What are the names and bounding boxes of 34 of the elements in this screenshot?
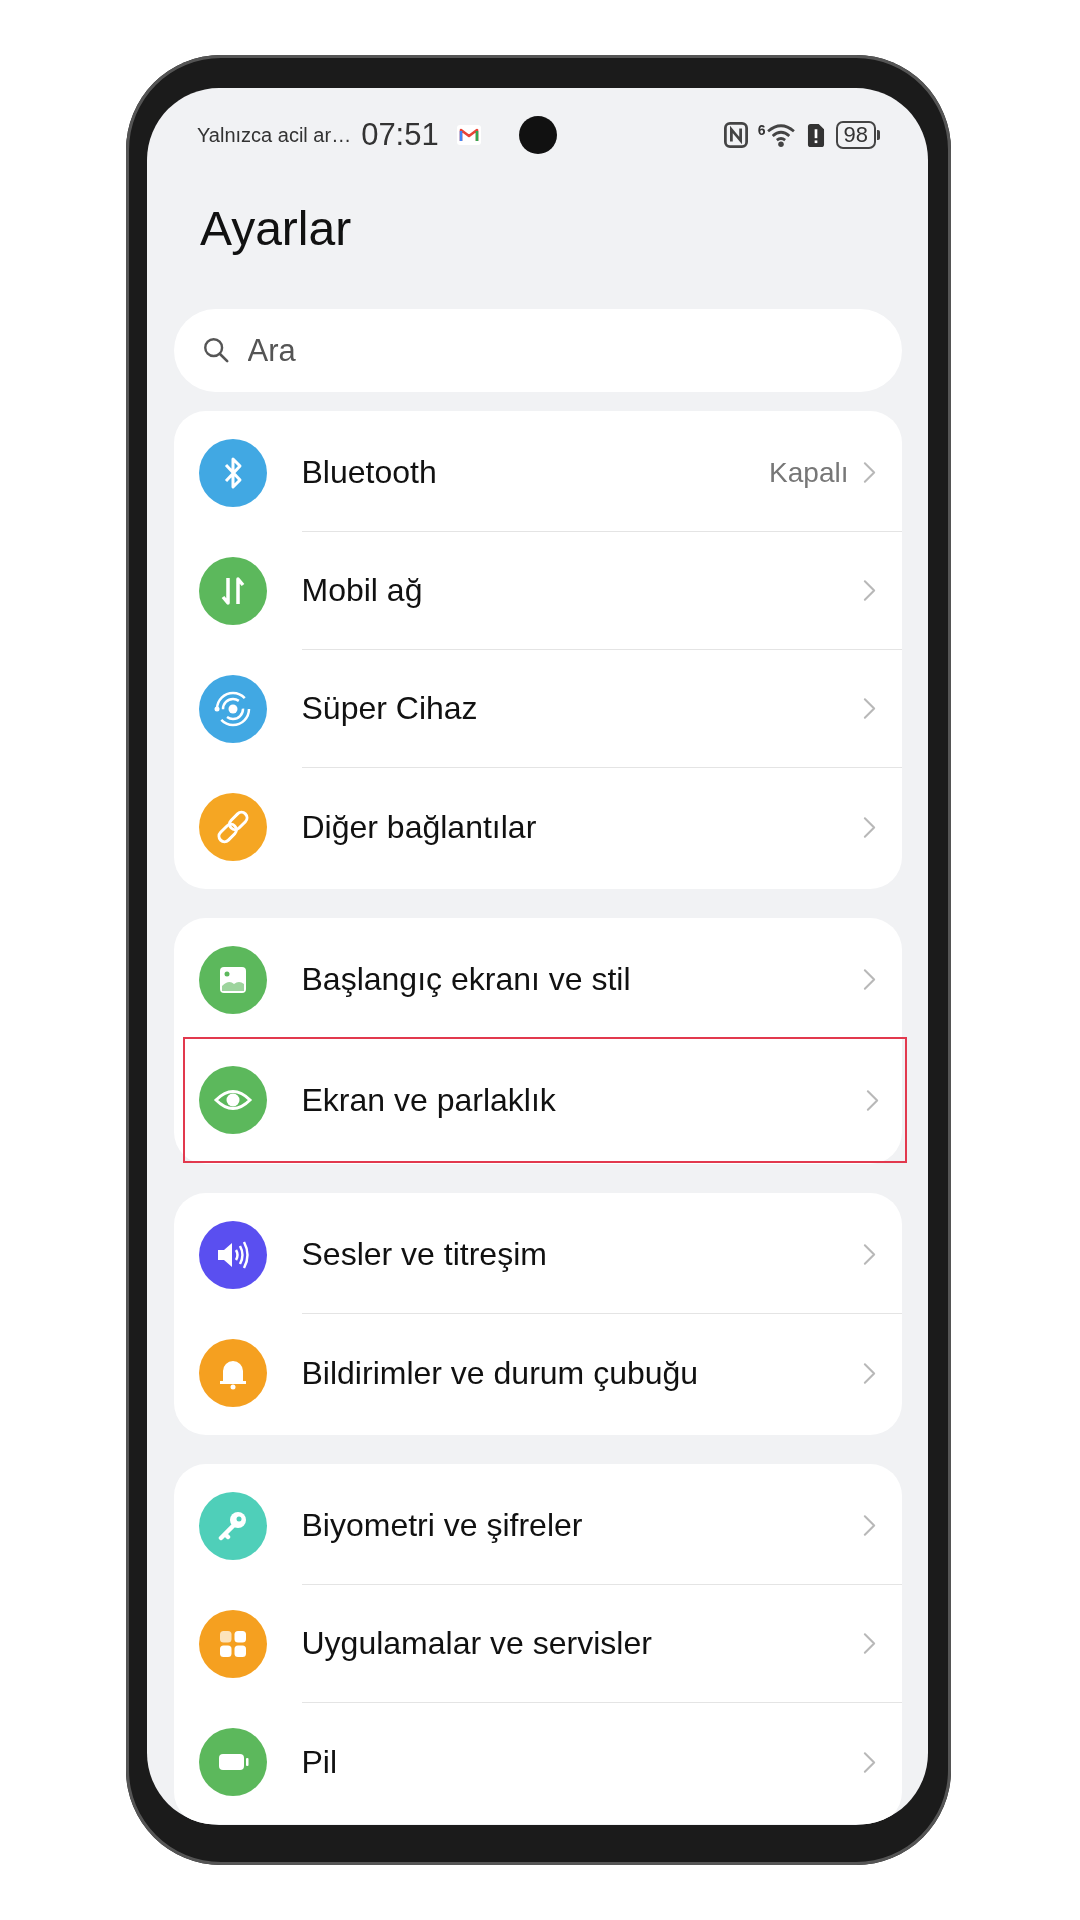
page-title: Ayarlar [200,201,352,257]
settings-item[interactable]: Ekran ve parlaklık [301,1081,866,1119]
settings-item[interactable]: Pil [301,1743,863,1781]
wifi-icon [765,123,796,147]
settings-item[interactable]: Süper Cihaz [301,690,863,727]
chevron-icon [862,1750,876,1774]
settings-item[interactable]: Mobil ağ [301,572,863,609]
chevron-icon [862,1632,876,1655]
status-time: 07:51 [361,117,439,153]
chevron-icon [865,1088,879,1112]
sim-alert-icon [805,122,826,148]
settings-item[interactable]: Biyometri ve şifreler [301,1507,863,1544]
setting-value: Kapalı [769,456,849,489]
chevron-icon [862,1514,876,1537]
chevron-icon [862,815,876,839]
wifi-standard-label: 6 [757,123,766,137]
settings-item[interactable]: Sesler ve titreşim [301,1236,863,1273]
chevron-icon [862,697,876,720]
camera-hole [519,116,557,154]
mail-icon [456,125,481,145]
settings-item[interactable]: Bildirimler ve durum çubuğu [301,1354,863,1392]
search-field[interactable]: Ara [173,309,902,392]
chevron-icon [862,968,876,991]
settings-item[interactable]: Uygulamalar ve servisler [301,1625,863,1662]
nfc-icon [723,122,748,148]
settings-item[interactable]: Diğer bağlantılar [301,808,863,846]
status-notice: Yalnızca acil ar… [197,123,352,147]
settings-item[interactable]: Başlangıç ekranı ve stil [301,961,863,998]
battery-level: 98 [835,121,876,149]
chevron-icon [862,461,876,484]
chevron-icon [862,1361,876,1385]
chevron-icon [862,579,876,602]
chevron-icon [862,1243,876,1266]
settings-item[interactable]: Bluetooth [301,454,770,491]
